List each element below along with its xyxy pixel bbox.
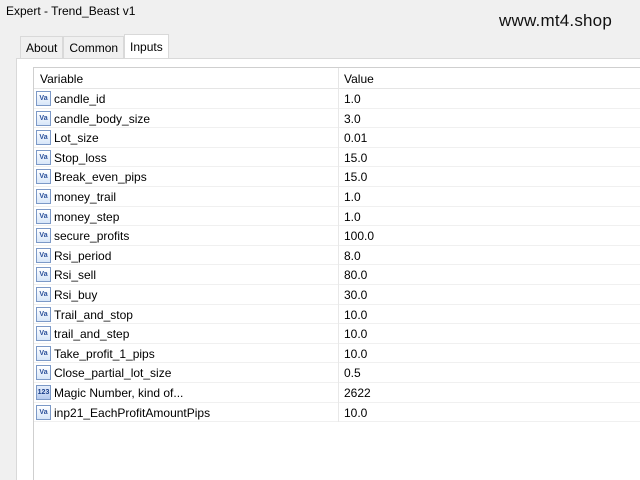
table-header: Variable Value — [34, 68, 640, 89]
table-row[interactable]: 123 Magic Number, kind of... 2622 — [34, 382, 640, 403]
variable-value[interactable]: 10.0 — [344, 324, 367, 344]
cell-separator — [338, 284, 339, 305]
cell-separator — [338, 343, 339, 364]
table-row[interactable]: Va Trail_and_stop 10.0 — [34, 304, 640, 325]
variable-value[interactable]: 10.0 — [344, 403, 367, 423]
table-row[interactable]: Va Stop_loss 15.0 — [34, 147, 640, 168]
table-row[interactable]: Va secure_profits 100.0 — [34, 226, 640, 246]
variable-value[interactable]: 30.0 — [344, 285, 367, 305]
variable-name: money_step — [54, 209, 120, 224]
cell-separator — [338, 382, 339, 403]
variable-icon: Va — [36, 365, 51, 381]
variable-value[interactable]: 15.0 — [344, 167, 367, 187]
cell-separator — [338, 206, 339, 227]
variable-icon: Va — [36, 91, 51, 106]
variable-icon: Va — [36, 149, 51, 165]
variable-icon: Va — [36, 188, 51, 204]
variable-icon: Va — [36, 208, 51, 224]
cell-separator — [338, 147, 339, 168]
table-row[interactable]: Va money_trail 1.0 — [34, 186, 640, 207]
cell-separator — [338, 128, 339, 148]
variable-icon: Va — [36, 169, 51, 185]
variable-icon: Va — [36, 326, 51, 342]
table-body: Va candle_id 1.0 Va candle_body_size 3.0 Va Lot… — [34, 89, 640, 423]
variable-icon: Va — [36, 228, 51, 244]
table-row[interactable]: Va Rsi_period 8.0 — [34, 245, 640, 266]
cell-separator — [338, 186, 339, 207]
variable-value[interactable]: 1.0 — [344, 207, 361, 227]
variable-value[interactable]: 10.0 — [344, 344, 367, 364]
variable-icon: Va — [36, 404, 51, 420]
table-row[interactable]: Va Rsi_buy 30.0 — [34, 284, 640, 305]
variable-value[interactable]: 15.0 — [344, 148, 367, 168]
variable-value[interactable]: 8.0 — [344, 246, 361, 266]
variable-name: Break_even_pips — [54, 170, 147, 185]
variable-value[interactable]: 0.01 — [344, 128, 367, 148]
variable-value[interactable]: 2622 — [344, 383, 371, 403]
table-row[interactable]: Va Lot_size 0.01 — [34, 128, 640, 148]
tab-about[interactable]: About — [20, 36, 64, 58]
variable-name: candle_id — [54, 92, 106, 106]
variable-icon: Va — [36, 306, 51, 322]
variable-value[interactable]: 100.0 — [344, 226, 374, 246]
cell-separator — [338, 304, 339, 325]
column-header-value[interactable]: Value — [344, 68, 374, 88]
table-row[interactable]: Va candle_id 1.0 — [34, 89, 640, 109]
cell-separator — [338, 108, 339, 129]
variable-name: Magic Number, kind of... — [54, 385, 184, 400]
variable-name: Stop_loss — [54, 150, 107, 165]
variable-icon: Va — [36, 247, 51, 263]
cell-separator — [338, 402, 339, 423]
cell-separator — [338, 226, 339, 246]
variable-value[interactable]: 0.5 — [344, 363, 361, 383]
variable-name: Take_profit_1_pips — [54, 346, 155, 361]
table-row[interactable]: Va money_step 1.0 — [34, 206, 640, 227]
title-bar: Expert - Trend_Beast v1 www.mt4.shop — [0, 0, 640, 30]
variable-name: money_trail — [54, 189, 117, 204]
cell-separator — [338, 167, 339, 187]
variable-value[interactable]: 80.0 — [344, 265, 367, 285]
tab-common[interactable]: Common — [63, 36, 125, 58]
tab-inputs[interactable]: Inputs — [124, 34, 169, 59]
variable-name: inp21_EachProfitAmountPips — [54, 405, 211, 420]
variable-name: trail_and_step — [54, 327, 130, 342]
table-row[interactable]: Va Rsi_sell 80.0 — [34, 265, 640, 285]
table-row[interactable]: Va candle_body_size 3.0 — [34, 108, 640, 129]
variable-name: secure_profits — [54, 229, 130, 244]
variable-icon: Va — [36, 267, 51, 283]
table-row[interactable]: Va Close_partial_lot_size 0.5 — [34, 363, 640, 383]
inputs-panel: Variable Value Va candle_id 1.0 Va candle_bo… — [16, 58, 640, 480]
cell-separator — [338, 265, 339, 285]
cell-separator — [338, 245, 339, 266]
column-separator[interactable] — [338, 68, 339, 88]
variable-value[interactable]: 10.0 — [344, 305, 367, 325]
cell-separator — [338, 324, 339, 344]
cell-separator — [338, 89, 339, 109]
variable-name: candle_body_size — [54, 111, 151, 126]
table-row[interactable]: Va inp21_EachProfitAmountPips 10.0 — [34, 402, 640, 423]
variable-icon: Va — [36, 130, 51, 146]
variable-name: Trail_and_stop — [54, 307, 133, 322]
variable-name: Rsi_sell — [54, 268, 97, 283]
table-row[interactable]: Va Break_even_pips 15.0 — [34, 167, 640, 187]
variable-icon: Va — [36, 345, 51, 361]
variable-icon: Va — [36, 110, 51, 126]
variable-value[interactable]: 1.0 — [344, 187, 361, 207]
variable-name: Lot_size — [54, 131, 99, 146]
variable-value[interactable]: 1.0 — [344, 89, 361, 109]
window-title: Expert - Trend_Beast v1 — [6, 4, 136, 18]
variable-value[interactable]: 3.0 — [344, 109, 361, 129]
variable-icon: Va — [36, 286, 51, 302]
inputs-table: Variable Value Va candle_id 1.0 Va candle_bo… — [33, 67, 640, 480]
table-row[interactable]: Va Take_profit_1_pips 10.0 — [34, 343, 640, 364]
integer-icon: 123 — [36, 384, 51, 400]
variable-name: Close_partial_lot_size — [54, 366, 172, 381]
watermark-text: www.mt4.shop — [499, 11, 612, 30]
column-header-variable[interactable]: Variable — [40, 68, 83, 88]
variable-name: Rsi_buy — [54, 287, 98, 302]
cell-separator — [338, 363, 339, 383]
variable-name: Rsi_period — [54, 248, 112, 263]
table-row[interactable]: Va trail_and_step 10.0 — [34, 324, 640, 344]
tab-bar: About Common Inputs — [20, 34, 169, 59]
